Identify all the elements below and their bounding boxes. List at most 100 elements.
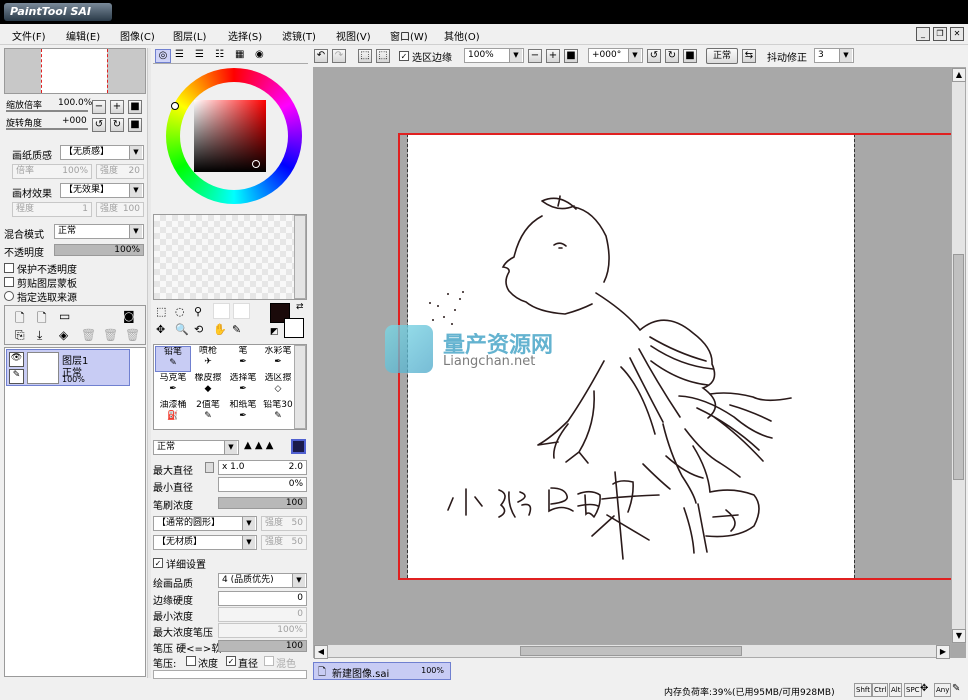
brush-shape-select[interactable]: 【通常的圆形】 ▼ xyxy=(153,516,257,531)
tool-button[interactable]: 水彩笔 ✒ xyxy=(260,346,296,372)
display-mode-button[interactable]: 正常 xyxy=(706,48,738,64)
zoom-select[interactable]: 100% ▼ xyxy=(464,48,524,63)
min-density-field[interactable]: 0 xyxy=(218,607,307,622)
zoom-icon[interactable]: 🔍 xyxy=(175,323,189,336)
brush-shape-icons[interactable]: ▲ ▲ ▲ xyxy=(244,440,273,451)
paper-texture-select[interactable]: 【无质感】 ▼ xyxy=(60,145,144,160)
max-density-pressure-field[interactable]: 100% xyxy=(218,623,307,638)
scratchpad-tab-icon[interactable]: ◉ xyxy=(255,49,264,60)
delete-layer-icon[interactable]: 🗑 xyxy=(125,328,140,342)
tool-button[interactable]: 2值笔 ✎ xyxy=(190,400,226,426)
menu-other[interactable]: 其他(O) xyxy=(444,28,480,43)
tool-button[interactable]: 选择笔 ✒ xyxy=(225,373,261,399)
size-lock-icon[interactable] xyxy=(205,462,214,473)
flip-horizontal-icon[interactable]: ⇆ xyxy=(742,49,756,63)
menu-image[interactable]: 图像(C) xyxy=(120,28,155,43)
scroll-down-icon[interactable]: ▼ xyxy=(952,629,966,643)
new-layer-set-icon[interactable]: 🗋 xyxy=(37,309,47,330)
invert-selection-icon[interactable]: ⬚ xyxy=(376,49,390,63)
quality-select[interactable]: 4 (品质优先) ▼ xyxy=(218,573,307,588)
undo-icon[interactable]: ↶ xyxy=(314,49,328,63)
scroll-left-icon[interactable]: ◀ xyxy=(314,645,328,659)
rotation-select[interactable]: +000° ▼ xyxy=(588,48,643,63)
density-slider[interactable]: 100 xyxy=(218,497,307,509)
trash-icon[interactable]: 🗑 xyxy=(103,328,118,342)
zoom-out-button[interactable]: − xyxy=(528,49,542,63)
rotate-reset-button[interactable]: ■ xyxy=(128,118,142,132)
hsv-slider-tab-icon[interactable]: ☰ xyxy=(195,49,204,60)
zoom-in-button[interactable]: + xyxy=(546,49,560,63)
swap-colors-icon[interactable]: ⇄ xyxy=(296,302,304,312)
detail-settings-checkbox[interactable]: ✓ xyxy=(153,558,163,568)
zoom-reset-button[interactable]: ■ xyxy=(128,100,142,114)
menu-view[interactable]: 视图(V) xyxy=(336,28,371,43)
rotate-right-button[interactable]: ↻ xyxy=(110,118,124,132)
blend-mode-select[interactable]: 正常 ▼ xyxy=(54,224,144,239)
eye-icon[interactable]: 👁 xyxy=(9,352,24,367)
selection-edge-checkbox[interactable]: ✓ xyxy=(399,51,409,61)
layer-row[interactable]: 👁 ✎ 图层1 正常 100% xyxy=(6,349,130,386)
tool-button[interactable]: 铅笔 ✎ xyxy=(155,346,191,372)
selection-source-radio[interactable] xyxy=(4,291,14,301)
vertical-scroll-thumb[interactable] xyxy=(953,254,964,480)
panel-splitter[interactable] xyxy=(147,48,151,678)
rotate-left-button[interactable]: ↺ xyxy=(92,118,106,132)
menu-file[interactable]: 文件(F) xyxy=(12,28,46,43)
tool-button[interactable]: 橡皮擦 ◆ xyxy=(190,373,226,399)
stabilizer-select[interactable]: 3 ▼ xyxy=(814,48,854,63)
min-size-field[interactable]: 0% xyxy=(218,477,307,492)
rotate-right-button[interactable]: ↻ xyxy=(665,49,679,63)
canvas-viewport[interactable]: 量产资源网 Liangchan.net ▲ ▼ ◀ ▶ xyxy=(313,67,966,659)
color-marker[interactable] xyxy=(252,160,260,168)
zoom-reset-button[interactable]: ■ xyxy=(564,49,578,63)
folder-icon[interactable]: ▭ xyxy=(59,309,70,323)
pressure-diameter-checkbox[interactable]: ✓ xyxy=(226,656,236,666)
vertical-scrollbar[interactable]: ▲ ▼ xyxy=(951,67,966,644)
menu-window[interactable]: 窗口(W) xyxy=(390,28,428,43)
clip-mask-checkbox[interactable] xyxy=(4,277,14,287)
transparent-color-icon[interactable]: ◩ xyxy=(270,327,279,337)
eyedropper-icon[interactable]: ✎ xyxy=(232,323,241,336)
horizontal-scroll-thumb[interactable] xyxy=(520,646,742,656)
opacity-slider[interactable]: 100% xyxy=(54,244,144,256)
menu-filter[interactable]: 滤镜(T) xyxy=(282,28,316,43)
scratchpad[interactable] xyxy=(153,214,307,300)
brush-preset-bar[interactable] xyxy=(153,670,307,679)
menu-select[interactable]: 选择(S) xyxy=(228,28,262,43)
rect-select-icon[interactable]: ⬚ xyxy=(156,305,166,318)
paper-effect-select[interactable]: 【无效果】 ▼ xyxy=(60,183,144,198)
tool-button[interactable]: 和纸笔 ✒ xyxy=(225,400,261,426)
tool-button[interactable]: 马克笔 ✒ xyxy=(155,373,191,399)
new-layer-icon[interactable]: 🗋 xyxy=(15,309,25,330)
horizontal-scrollbar[interactable]: ◀ ▶ xyxy=(313,644,951,659)
swatch-tab-icon[interactable]: ☷ xyxy=(215,49,224,60)
restore-button[interactable]: ❐ xyxy=(933,27,947,41)
rotate-left-button[interactable]: ↺ xyxy=(647,49,661,63)
max-size-field[interactable]: x 1.0 2.0 xyxy=(218,460,307,475)
pressure-density-checkbox[interactable] xyxy=(186,656,196,666)
secondary-color-swatch[interactable] xyxy=(284,318,304,338)
document-tab[interactable]: 🗋 新建图像.sai 100% xyxy=(313,662,451,680)
hue-marker[interactable] xyxy=(171,102,179,110)
rotate-reset-button[interactable]: ■ xyxy=(683,49,697,63)
menu-layer[interactable]: 图层(L) xyxy=(173,28,206,43)
preserve-opacity-checkbox[interactable] xyxy=(4,263,14,273)
copy-layer-icon[interactable]: ⎘ xyxy=(15,328,25,343)
close-button[interactable]: ✕ xyxy=(950,27,964,41)
minimize-button[interactable]: _ xyxy=(916,27,930,41)
merge-down-icon[interactable]: ⤓ xyxy=(37,328,42,343)
pressure-softness-slider[interactable]: 100 xyxy=(218,640,307,652)
saturation-value-square[interactable] xyxy=(194,100,266,172)
zoom-slider[interactable] xyxy=(6,110,88,112)
rotate-icon[interactable]: ⟲ xyxy=(194,323,203,336)
color-wheel-tab-icon[interactable]: ◎ xyxy=(155,49,171,63)
deselect-icon[interactable]: ⬚ xyxy=(358,49,372,63)
move-icon[interactable]: ✥ xyxy=(156,323,165,336)
brush-mode-select[interactable]: 正常 ▼ xyxy=(153,440,239,455)
scratchpad-scrollbar[interactable] xyxy=(294,215,306,299)
brush-texture-select[interactable]: 【无材质】 ▼ xyxy=(153,535,257,550)
tool-button[interactable]: 油漆桶 ⛽ xyxy=(155,400,191,426)
rotate-slider[interactable] xyxy=(6,128,88,130)
tool-grid-scrollbar[interactable] xyxy=(294,345,306,429)
mask-icon[interactable]: ◙ xyxy=(123,309,135,323)
